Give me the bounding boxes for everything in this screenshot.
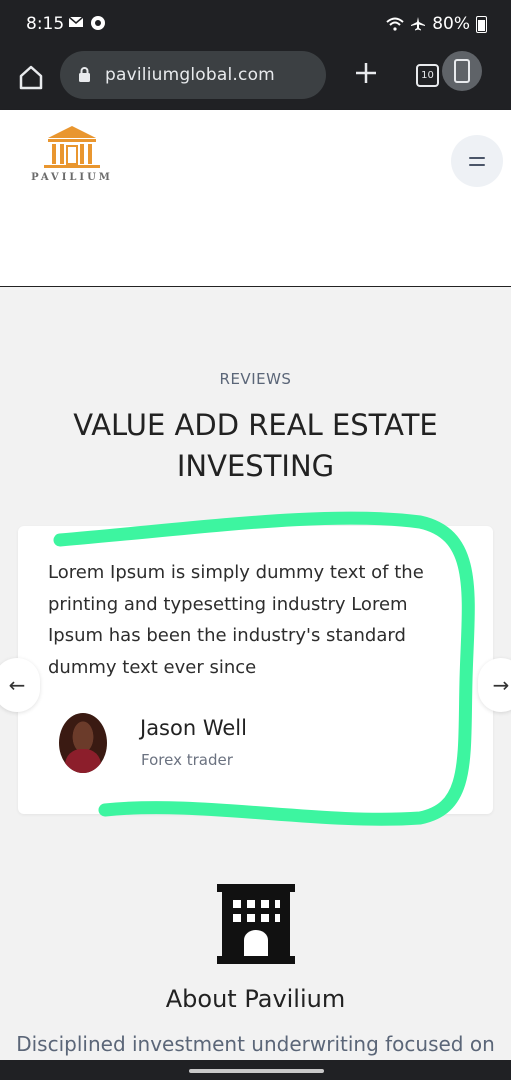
about-title: About Pavilium xyxy=(165,985,346,1013)
airplane-icon xyxy=(411,17,426,31)
header-spacer xyxy=(0,205,511,287)
status-bar: 8:15 80% xyxy=(0,0,511,48)
building-icon xyxy=(217,884,295,964)
battery-percent: 80% xyxy=(432,14,470,34)
building-logo-icon xyxy=(44,126,100,168)
browser-toolbar: paviliumglobal.com 10 xyxy=(0,48,511,110)
section-heading: VALUE ADD REAL ESTATE INVESTING xyxy=(73,408,438,483)
reviewer-role: Forex trader xyxy=(141,751,233,769)
battery-icon xyxy=(476,15,487,33)
menu-toggle-button[interactable] xyxy=(451,135,503,187)
address-bar[interactable]: paviliumglobal.com xyxy=(60,51,326,99)
section-eyebrow: REVIEWS xyxy=(219,370,292,388)
chrome-icon xyxy=(91,16,105,30)
arrow-right-icon: → xyxy=(492,673,510,697)
review-card: Lorem Ipsum is simply dummy text of the … xyxy=(18,526,493,814)
next-review-button[interactable]: → xyxy=(478,658,511,712)
tab-switcher-button[interactable]: 10 xyxy=(416,64,439,87)
prev-review-button[interactable]: ← xyxy=(0,658,40,712)
home-icon[interactable] xyxy=(16,62,46,92)
device-mode-button[interactable] xyxy=(442,51,482,91)
wifi-icon xyxy=(386,17,404,31)
review-quote: Lorem Ipsum is simply dummy text of the … xyxy=(48,562,424,678)
tab-count: 10 xyxy=(421,70,434,81)
site-logo[interactable]: PAVILIUM xyxy=(18,124,126,190)
site-header: PAVILIUM xyxy=(0,110,511,205)
about-text: Disciplined investment underwriting focu… xyxy=(16,1032,495,1056)
system-nav-bar xyxy=(0,1060,511,1080)
hamburger-line xyxy=(469,163,485,166)
avatar xyxy=(59,713,107,773)
phone-icon xyxy=(454,59,470,83)
lock-icon xyxy=(79,67,90,82)
logo-wordmark: PAVILIUM xyxy=(31,172,113,183)
gesture-handle[interactable] xyxy=(189,1069,324,1073)
mail-icon xyxy=(68,16,84,27)
hamburger-line xyxy=(469,156,485,159)
url-text: paviliumglobal.com xyxy=(105,65,275,85)
new-tab-icon[interactable] xyxy=(352,59,380,87)
arrow-left-icon: ← xyxy=(8,673,26,697)
status-time: 8:15 xyxy=(26,14,65,34)
reviewer-name: Jason Well xyxy=(140,716,247,740)
